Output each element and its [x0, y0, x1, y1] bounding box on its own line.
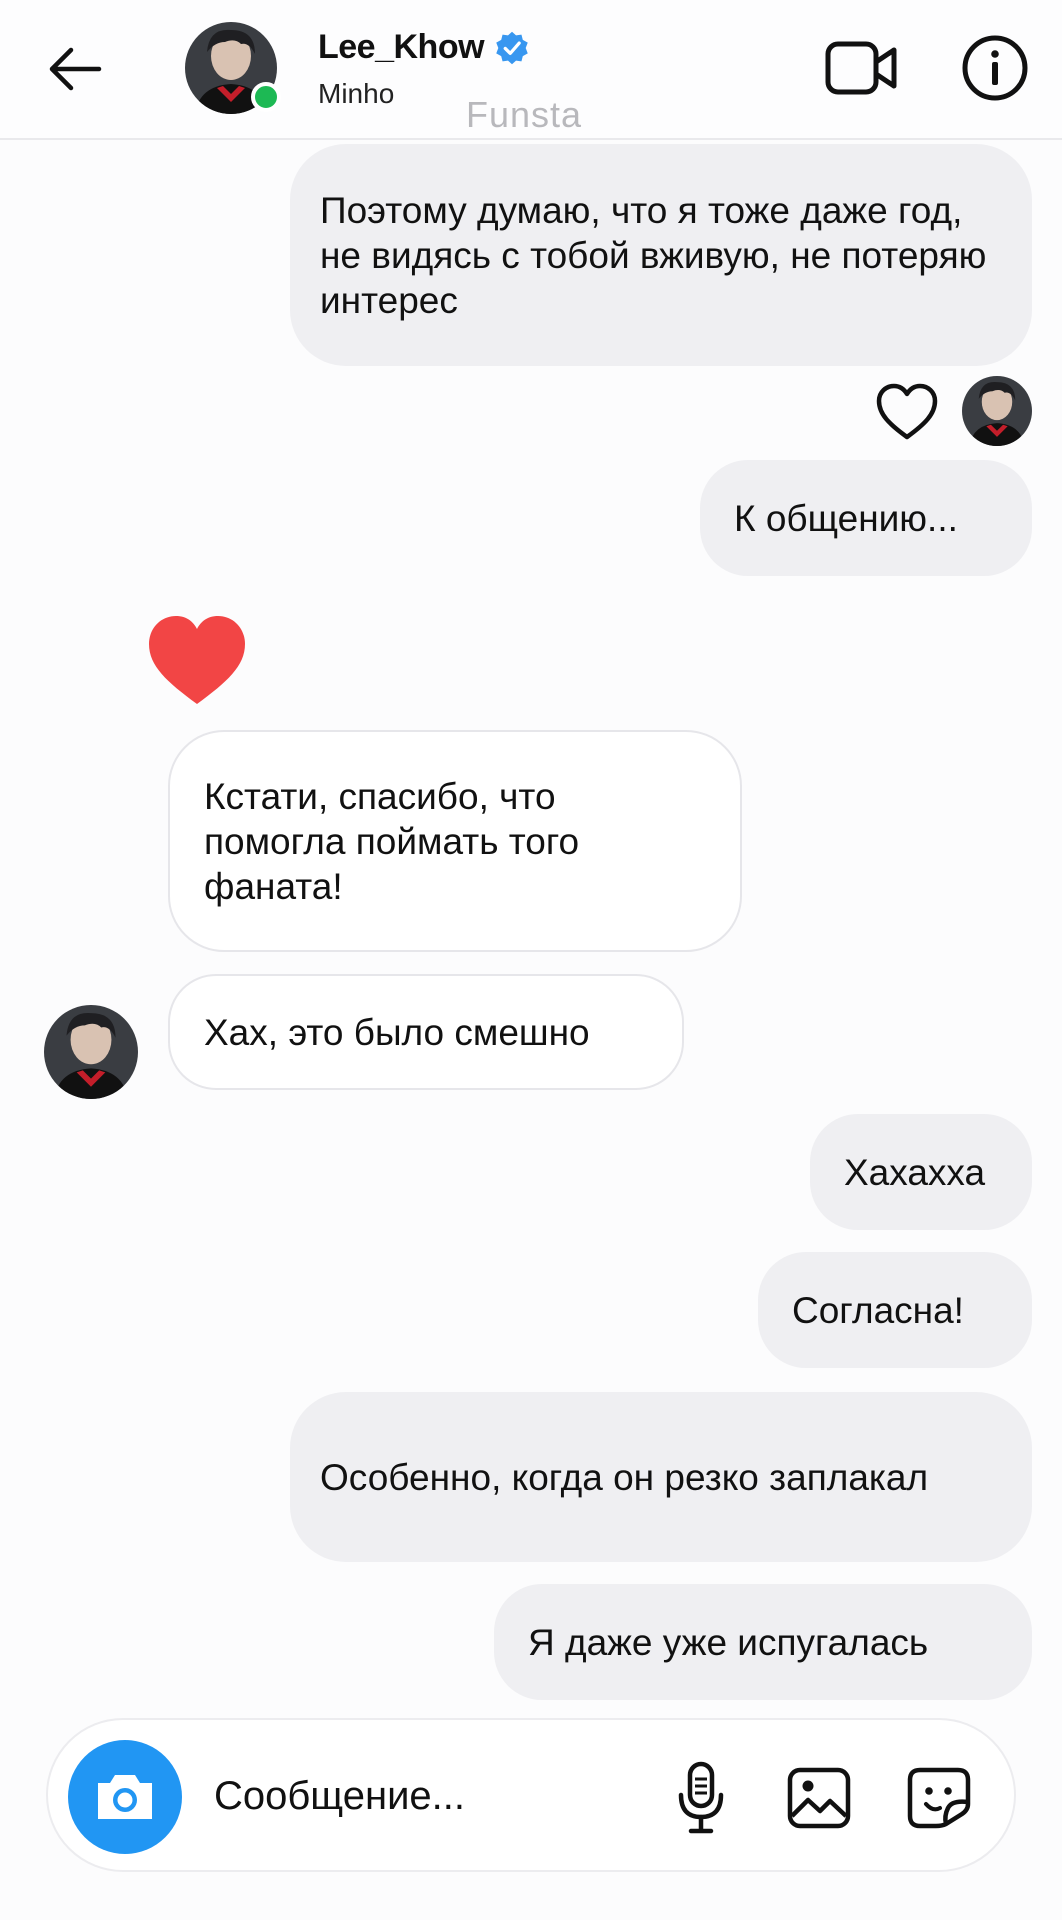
contact-username: Minho: [318, 78, 395, 109]
conversation-info-button[interactable]: [955, 28, 1035, 108]
chat-header: Lee_Khow Minho Funsta: [0, 0, 1062, 140]
message-text: Согласна!: [792, 1289, 964, 1331]
message-bubble-outgoing[interactable]: Я даже уже испугалась: [494, 1584, 1032, 1700]
microphone-icon: [678, 1761, 724, 1834]
contact-name[interactable]: Lee_Khow: [318, 28, 485, 67]
funsta-watermark: Funsta: [466, 94, 583, 135]
heart-outline-icon[interactable]: [875, 382, 939, 442]
contact-avatar[interactable]: [185, 22, 281, 114]
voice-message-button[interactable]: [666, 1758, 736, 1838]
message-bubble-incoming[interactable]: Хах, это было смешно: [168, 974, 684, 1090]
camera-button[interactable]: [68, 1740, 182, 1854]
verified-badge-icon: [496, 31, 528, 64]
message-text: Поэтому думаю, что я тоже даже год, не в…: [320, 189, 987, 321]
message-text: Я даже уже испугалась: [528, 1621, 929, 1663]
online-status-dot: [251, 82, 281, 112]
message-bubble-outgoing[interactable]: Особенно, когда он резко заплакал: [290, 1392, 1032, 1562]
message-composer: [46, 1718, 1016, 1872]
sticker-icon: [907, 1767, 971, 1829]
message-input[interactable]: [214, 1768, 634, 1824]
video-call-button[interactable]: [822, 28, 902, 108]
heart-icon: [149, 616, 245, 704]
avatar-image: [44, 1005, 138, 1099]
message-text: Кстати, спасибо, что помогла поймать тог…: [204, 775, 580, 907]
arrow-left-icon: [49, 47, 102, 91]
message-bubble-incoming[interactable]: Кстати, спасибо, что помогла поймать тог…: [168, 730, 742, 952]
info-icon: [962, 35, 1028, 101]
gallery-icon: [787, 1767, 851, 1829]
message-text: Особенно, когда он резко заплакал: [320, 1456, 929, 1498]
sender-avatar[interactable]: [44, 1005, 138, 1099]
message-text: Хахахха: [844, 1151, 986, 1193]
camera-icon: [98, 1775, 152, 1819]
message-bubble-outgoing[interactable]: Поэтому думаю, что я тоже даже год, не в…: [290, 144, 1032, 366]
gallery-button[interactable]: [780, 1760, 858, 1836]
message-text: Хах, это было смешно: [204, 1011, 590, 1053]
video-camera-icon: [825, 41, 897, 95]
avatar-image: [962, 376, 1032, 446]
message-bubble-outgoing[interactable]: К общению...: [700, 460, 1032, 576]
back-button[interactable]: [42, 36, 108, 102]
seen-avatar: [962, 376, 1032, 446]
message-bubble-outgoing[interactable]: Хахахха: [810, 1114, 1032, 1230]
sticker-button[interactable]: [900, 1760, 978, 1836]
message-bubble-outgoing[interactable]: Согласна!: [758, 1252, 1032, 1368]
message-text: К общению...: [734, 497, 958, 539]
